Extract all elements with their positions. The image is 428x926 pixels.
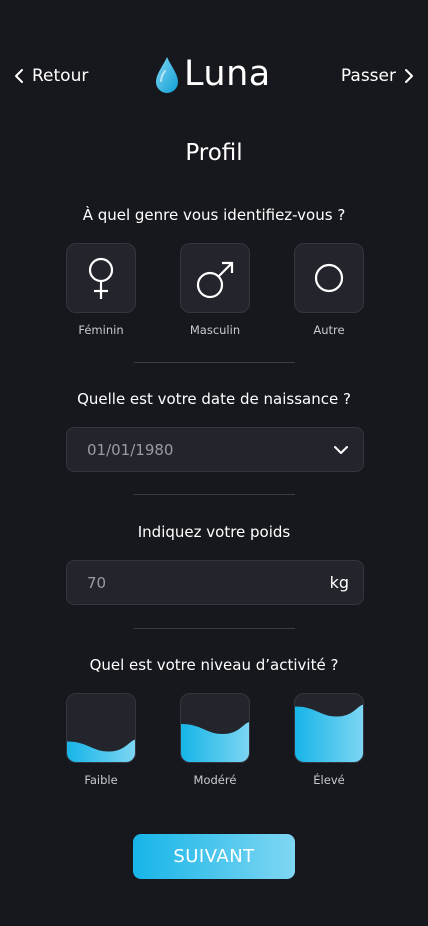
chevron-right-icon — [405, 69, 413, 83]
gender-option-other[interactable]: Autre — [294, 243, 364, 337]
activity-options: Faible Modéré Élevé — [66, 693, 364, 787]
female-icon — [88, 257, 114, 299]
gender-card[interactable] — [180, 243, 250, 313]
logo-text: Luna — [184, 54, 271, 94]
gender-options: Féminin Masculin Autre — [66, 243, 364, 337]
profile-screen: Retour Luna Passer Profil À quel genre v… — [0, 0, 428, 926]
wave-medium-icon — [181, 722, 249, 762]
next-button[interactable]: SUIVANT — [133, 834, 295, 879]
wave-low-icon — [67, 739, 135, 762]
activity-card[interactable] — [294, 693, 364, 763]
gender-card[interactable] — [66, 243, 136, 313]
divider — [134, 494, 295, 495]
male-icon — [196, 261, 234, 299]
activity-label: Faible — [84, 773, 118, 787]
activity-option-moderate[interactable]: Modéré — [180, 693, 250, 787]
activity-label: Modéré — [193, 773, 237, 787]
wave-high-icon — [295, 704, 363, 762]
gender-label: Masculin — [189, 323, 241, 337]
activity-card[interactable] — [180, 693, 250, 763]
gender-option-female[interactable]: Féminin — [66, 243, 136, 337]
weight-input[interactable]: 70 kg — [66, 560, 364, 605]
divider — [134, 628, 295, 629]
activity-option-low[interactable]: Faible — [66, 693, 136, 787]
weight-value: 70 — [87, 573, 107, 592]
birthdate-value: 01/01/1980 — [87, 440, 174, 459]
activity-card[interactable] — [66, 693, 136, 763]
circle-icon — [314, 263, 344, 293]
activity-option-high[interactable]: Élevé — [294, 693, 364, 787]
skip-label: Passer — [340, 66, 396, 86]
weight-question: Indiquez votre poids — [137, 523, 291, 541]
back-button[interactable]: Retour — [12, 66, 88, 86]
drop-icon — [156, 57, 178, 93]
gender-label: Féminin — [78, 323, 124, 337]
header: Retour Luna Passer — [0, 52, 428, 108]
activity-question: Quel est votre niveau d’activité ? — [89, 656, 339, 674]
divider — [134, 362, 295, 363]
gender-question: À quel genre vous identifiez-vous ? — [82, 206, 346, 224]
weight-unit: kg — [329, 573, 349, 592]
birthdate-select[interactable]: 01/01/1980 — [66, 427, 364, 472]
back-label: Retour — [32, 66, 89, 86]
chevron-left-icon — [15, 69, 23, 83]
page-title: Profil — [185, 140, 243, 166]
activity-label: Élevé — [313, 773, 345, 787]
birthdate-question: Quelle est votre date de naissance ? — [77, 390, 351, 408]
gender-option-male[interactable]: Masculin — [180, 243, 250, 337]
chevron-down-icon — [334, 445, 348, 454]
logo: Luna — [154, 54, 271, 94]
gender-card[interactable] — [294, 243, 364, 313]
gender-label: Autre — [313, 323, 345, 337]
skip-button[interactable]: Passer — [341, 66, 416, 86]
